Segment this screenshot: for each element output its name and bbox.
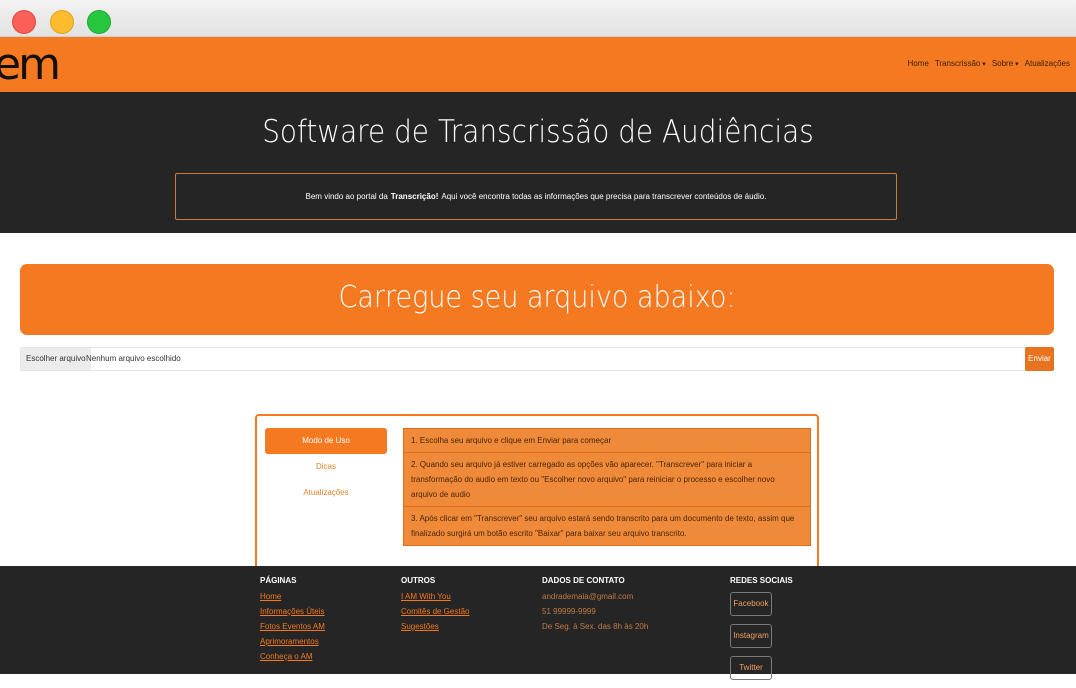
upload-title: Carregue seu arquivo abaixo: [338, 280, 736, 315]
choose-file-button[interactable]: Escolher arquivo [21, 348, 91, 370]
minimize-window-button[interactable] [50, 10, 74, 34]
maximize-window-button[interactable] [87, 10, 111, 34]
nav-link-atualizacoes[interactable]: Atualizações [1025, 59, 1070, 68]
footer-link-sugestoes[interactable]: Sugestões [401, 622, 469, 631]
welcome-message: Bem vindo ao portal da Transcrição! Aqui… [175, 173, 897, 220]
page-title: Software de Transcrissão de Audiências [262, 114, 814, 150]
welcome-suffix: Aqui você encontra todas as informações … [441, 192, 767, 201]
tab-atualizacoes[interactable]: Atualizações [265, 480, 387, 506]
instagram-button[interactable]: Instagram [730, 624, 772, 648]
step-item: 2. Quando seu arquivo já estiver carrega… [403, 453, 811, 507]
twitter-button[interactable]: Twitter [730, 656, 772, 680]
brand-logo[interactable]: em [0, 41, 61, 89]
steps-list: 1. Escolha seu arquivo e clique em Envia… [403, 428, 811, 546]
step-item: 1. Escolha seu arquivo e clique em Envia… [403, 428, 811, 453]
tab-modo-de-uso[interactable]: Modo de Uso [265, 428, 387, 454]
facebook-button[interactable]: Facebook [730, 592, 772, 616]
footer-link-fotos[interactable]: Fotos Eventos AM [260, 622, 325, 631]
welcome-prefix: Bem vindo ao portal da [305, 192, 388, 201]
nav-link-home[interactable]: Home [908, 59, 929, 68]
footer-pages: PÁGINAS Home Informações Úteis Fotos Eve… [260, 576, 325, 667]
contact-phone: 51 99999-9999 [542, 607, 596, 616]
upload-banner: Carregue seu arquivo abaixo: [20, 264, 1054, 335]
footer-link-comites[interactable]: Comitês de Gestão [401, 607, 469, 616]
footer-link-informacoes[interactable]: Informações Úteis [260, 607, 325, 616]
contact-hours: De Seg. à Sex. das 8h às 20h [542, 622, 649, 631]
footer-contact: DADOS DE CONTATO andrademaia@gmail.com 5… [542, 576, 648, 637]
footer-link-conheca[interactable]: Conheça o AM [260, 652, 325, 661]
file-status-text: Nenhum arquivo escolhido [86, 354, 181, 363]
nav-links: Home Transcrissão Sobre Atualizações [908, 59, 1071, 68]
footer-pages-heading: PÁGINAS [260, 576, 297, 585]
footer-social: REDES SOCIAIS Facebook Instagram Twitter [730, 576, 793, 688]
step-item: 3. Após clicar em "Transcrever" seu arqu… [403, 507, 811, 546]
footer-others-heading: OUTROS [401, 576, 436, 585]
page-footer: PÁGINAS Home Informações Úteis Fotos Eve… [0, 566, 1076, 680]
welcome-bold: Transcrição! [390, 192, 439, 201]
footer-contact-heading: DADOS DE CONTATO [542, 576, 625, 585]
tab-dicas[interactable]: Dicas [265, 454, 387, 480]
contact-email: andrademaia@gmail.com [542, 592, 634, 601]
footer-social-heading: REDES SOCIAIS [730, 576, 793, 585]
top-navbar: em Home Transcrissão Sobre Atualizações [0, 37, 1076, 92]
instructions-panel: Modo de Uso Dicas Atualizações 1. Escolh… [255, 414, 819, 574]
send-button[interactable]: Enviar [1025, 347, 1054, 371]
file-input[interactable]: Escolher arquivo Nenhum arquivo escolhid… [20, 347, 1054, 371]
footer-link-iam[interactable]: I AM With You [401, 592, 469, 601]
close-window-button[interactable] [12, 10, 36, 34]
footer-link-home[interactable]: Home [260, 592, 325, 601]
instructions-tabs: Modo de Uso Dicas Atualizações [265, 428, 387, 506]
nav-link-transcricao[interactable]: Transcrissão [935, 59, 986, 68]
footer-link-aprimoramentos[interactable]: Aprimoramentos [260, 637, 325, 646]
window-titlebar [0, 0, 1076, 37]
nav-link-sobre[interactable]: Sobre [992, 59, 1019, 68]
hero-section: Software de Transcrissão de Audiências B… [0, 92, 1076, 233]
footer-others: OUTROS I AM With You Comitês de Gestão S… [401, 576, 469, 637]
